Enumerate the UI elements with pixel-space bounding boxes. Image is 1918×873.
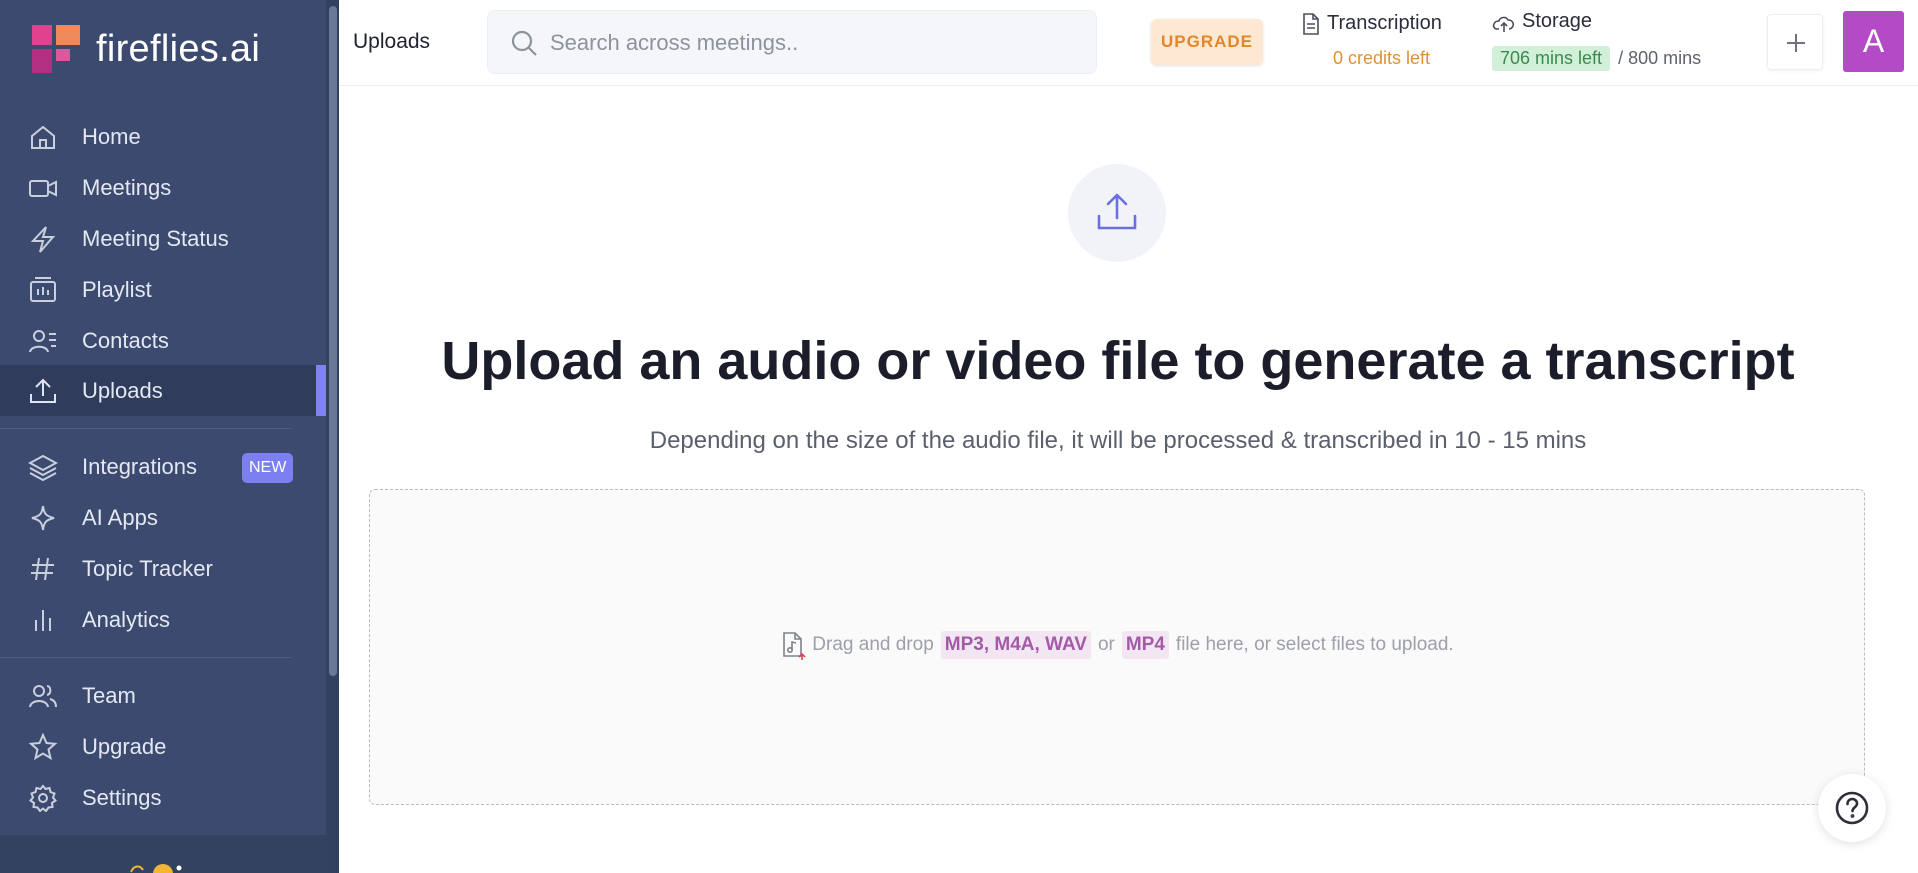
transcription-title: Transcription	[1301, 12, 1461, 38]
video-camera-icon	[29, 180, 57, 197]
sidebar-divider	[0, 657, 292, 658]
sidebar-item-settings[interactable]: Settings	[0, 772, 326, 823]
gear-icon	[29, 784, 57, 812]
sidebar-item-contacts[interactable]: Contacts	[0, 315, 326, 366]
sidebar-item-label: Integrations	[82, 454, 197, 479]
search-input[interactable]	[550, 23, 1080, 63]
sidebar-footer	[0, 835, 326, 873]
avatar[interactable]: A	[1843, 11, 1904, 72]
sidebar-item-label: Playlist	[82, 277, 152, 302]
storage-remaining: 706 mins left	[1492, 46, 1611, 71]
storage-label: Storage	[1522, 10, 1593, 32]
cloud-upload-icon	[1492, 16, 1515, 32]
upload-icon	[30, 378, 56, 403]
sidebar-item-uploads[interactable]: Uploads	[0, 365, 326, 416]
sidebar-item-label: Settings	[82, 785, 162, 810]
sidebar-item-home[interactable]: Home	[0, 111, 326, 162]
search-icon	[511, 30, 537, 56]
sidebar-item-team[interactable]: Team	[0, 670, 326, 721]
sidebar-item-ai-apps[interactable]: AI Apps	[0, 492, 326, 543]
sidebar: fireflies.ai Home Meetings Meeting Statu…	[0, 0, 339, 873]
dropzone-prefix: Drag and drop	[812, 634, 934, 655]
hashtag-icon	[31, 557, 54, 581]
sidebar-item-label: Topic Tracker	[82, 556, 213, 581]
storage-total: / 800 mins	[1618, 48, 1702, 68]
sidebar-item-label: Home	[82, 124, 141, 149]
credits-left: 0 credits left	[1333, 48, 1431, 68]
upload-heading: Upload an audio or video file to generat…	[441, 331, 1795, 391]
help-button[interactable]	[1818, 774, 1886, 842]
search-box[interactable]	[487, 10, 1097, 74]
sidebar-item-label: Contacts	[82, 328, 169, 353]
transcription-credits[interactable]: Transcription 0 credits left	[1301, 12, 1461, 69]
upload-icon	[1097, 193, 1137, 230]
add-button[interactable]	[1767, 14, 1823, 70]
format-tag-mp4: MP4	[1121, 631, 1169, 659]
file-dropzone[interactable]: Drag and drop MP3, M4A, WAV or MP4 file …	[369, 489, 1865, 805]
fireflies-logo-icon	[32, 25, 80, 73]
audio-file-icon	[783, 632, 806, 660]
sidebar-item-meetings[interactable]: Meetings	[0, 162, 326, 213]
star-icon	[28, 733, 58, 761]
upload-illustration	[1068, 164, 1166, 262]
active-indicator	[316, 365, 326, 416]
document-icon	[1303, 13, 1319, 35]
sparkle-icon	[31, 505, 55, 531]
sidebar-item-playlist[interactable]: Playlist	[0, 264, 326, 315]
sidebar-item-topic-tracker[interactable]: Topic Tracker	[0, 543, 326, 594]
scrollbar-thumb[interactable]	[329, 6, 337, 676]
page-title: Uploads	[353, 30, 431, 53]
sidebar-item-analytics[interactable]: Analytics	[0, 594, 326, 645]
storage-usage[interactable]: Storage 706 mins left / 800 mins	[1492, 10, 1742, 71]
logo-text: fireflies.ai	[96, 27, 261, 70]
sidebar-item-label: Analytics	[82, 607, 171, 632]
plus-icon	[1787, 34, 1805, 52]
storage-values: 706 mins left / 800 mins	[1492, 46, 1742, 71]
lightning-icon	[30, 226, 56, 253]
upgrade-button[interactable]: UPGRADE	[1151, 19, 1263, 65]
storage-title: Storage	[1492, 10, 1742, 36]
team-icon	[29, 685, 57, 708]
dropzone-suffix: file here, or select files to upload.	[1175, 634, 1454, 655]
sidebar-item-label: Uploads	[82, 378, 163, 403]
sidebar-item-meeting-status[interactable]: Meeting Status	[0, 213, 326, 264]
dropzone-instructions: Drag and drop MP3, M4A, WAV or MP4 file …	[370, 630, 1864, 660]
sidebar-item-label: Meetings	[82, 175, 172, 200]
mascot-icon	[130, 864, 182, 873]
help-icon	[1835, 791, 1869, 825]
sidebar-item-label: Upgrade	[82, 734, 167, 759]
sidebar-divider	[0, 428, 292, 429]
top-bar: Uploads UPGRADE Transcription 0 credits …	[339, 0, 1918, 86]
new-badge: NEW	[242, 453, 294, 483]
sidebar-scrollbar[interactable]	[326, 0, 339, 873]
sidebar-item-upgrade[interactable]: Upgrade	[0, 721, 326, 772]
layers-icon	[28, 454, 58, 481]
sidebar-item-label: AI Apps	[82, 505, 158, 530]
playlist-icon	[30, 277, 56, 302]
sidebar-item-label: Meeting Status	[82, 226, 229, 251]
logo[interactable]: fireflies.ai	[30, 22, 260, 76]
format-tag: MP3, M4A, WAV	[940, 631, 1091, 659]
transcription-label: Transcription	[1327, 12, 1442, 34]
sidebar-item-integrations[interactable]: Integrations NEW	[0, 441, 326, 492]
upload-subheading: Depending on the size of the audio file,…	[649, 427, 1587, 454]
home-icon	[31, 125, 55, 149]
dropzone-or: or	[1097, 634, 1115, 655]
sidebar-item-label: Team	[82, 683, 136, 708]
bar-chart-icon	[35, 610, 51, 631]
contacts-icon	[29, 330, 56, 353]
